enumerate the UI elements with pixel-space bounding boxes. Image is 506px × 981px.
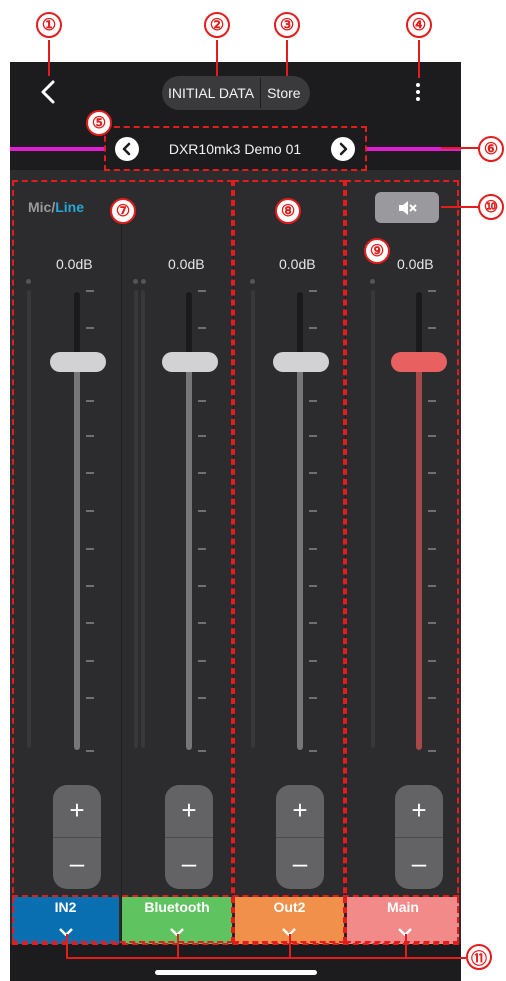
callout-1: ① (36, 12, 62, 38)
dot (416, 90, 420, 94)
more-vertical-icon (416, 83, 420, 87)
callout-5: ⑤ (86, 110, 112, 136)
callout-3: ③ (274, 12, 300, 38)
initial-data-button[interactable]: INITIAL DATA (162, 85, 260, 101)
leader-line (418, 40, 420, 78)
callout-box-output (233, 180, 345, 943)
back-button[interactable] (34, 77, 64, 107)
leader-line (48, 40, 50, 76)
home-indicator[interactable] (155, 970, 317, 975)
callout-box-main (345, 180, 459, 943)
callout-6: ⑥ (478, 136, 504, 162)
callout-box-inputs (12, 180, 233, 943)
callout-box-tabs (12, 895, 459, 945)
leader-line (286, 40, 288, 76)
more-menu-button[interactable] (411, 80, 425, 106)
callout-8: ⑧ (275, 198, 301, 224)
leader-line (66, 934, 68, 958)
callout-box-scene (104, 126, 367, 171)
store-button[interactable]: Store (261, 85, 306, 101)
callout-9: ⑨ (364, 238, 390, 264)
callout-2: ② (204, 12, 230, 38)
chevron-left-icon (41, 80, 55, 104)
leader-line (177, 934, 179, 958)
callout-10: ⑩ (478, 194, 504, 220)
leader-line (405, 934, 407, 958)
callout-11: ⑪ (466, 944, 492, 970)
bottom-bar (10, 944, 461, 981)
dot (416, 97, 420, 101)
callout-7: ⑦ (110, 198, 136, 224)
leader-line (289, 934, 291, 958)
scene-actions: INITIAL DATA Store (162, 76, 310, 110)
callout-4: ④ (406, 12, 432, 38)
scene-indicator-line-left (10, 147, 110, 151)
leader-line (216, 40, 218, 76)
